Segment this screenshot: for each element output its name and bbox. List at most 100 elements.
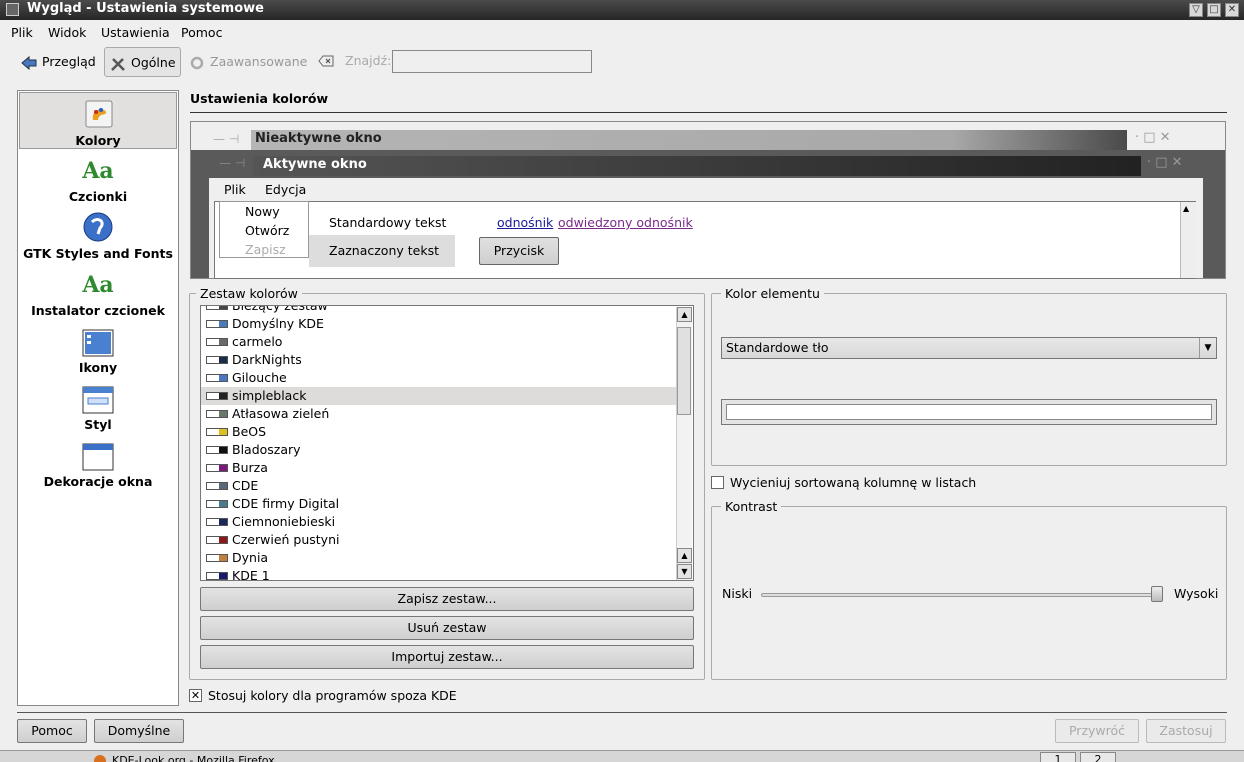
scheme-list-item[interactable]: Domyślny KDE — [201, 315, 677, 333]
inactive-window-controls: — ⊣ — [213, 132, 240, 146]
scheme-swatch — [206, 306, 228, 310]
popup-item-open: Otwórz — [245, 223, 290, 238]
scheme-label: Domyślny KDE — [232, 316, 324, 331]
scroll-up-button-lower[interactable]: ▲ — [677, 548, 692, 563]
sort-column-checkbox[interactable] — [711, 476, 724, 489]
contrast-group-label: Kontrast — [721, 499, 782, 514]
sidebar-item-gtk[interactable]: GTK Styles and Fonts — [19, 206, 177, 263]
scheme-list-item[interactable]: Bladoszary — [201, 441, 677, 459]
scheme-list-item[interactable]: carmelo — [201, 333, 677, 351]
sidebar-item-icons[interactable]: Ikony — [19, 320, 177, 377]
sidebar-label-style: Styl — [84, 417, 112, 432]
inactive-title-text: Nieaktywne okno — [255, 131, 382, 146]
contrast-slider[interactable] — [761, 593, 1163, 597]
chevron-down-icon[interactable]: ▼ — [1199, 338, 1216, 358]
apply-non-kde-checkbox[interactable]: ✕ — [189, 689, 202, 702]
scheme-list-item[interactable]: KDE 1 — [201, 567, 677, 581]
contrast-low-label: Niski — [722, 586, 753, 601]
sidebar-item-fonts[interactable]: Aa Czcionki — [19, 149, 177, 206]
scheme-list[interactable]: Bieżący zestaw Domyślny KDE carmelo DarkNig… — [200, 305, 694, 581]
apply-button[interactable]: Zastosuj — [1146, 719, 1226, 743]
scheme-label: Atłasowa zieleń — [232, 406, 330, 421]
general-button[interactable]: Ogólne — [104, 47, 181, 77]
toolbar: Przegląd Ogólne Zaawansowane — [0, 44, 1244, 80]
scheme-list-item[interactable]: DarkNights — [201, 351, 677, 369]
menu-plik[interactable]: Plik — [11, 25, 33, 40]
fonts-icon: Aa — [82, 158, 114, 184]
scheme-list-item[interactable]: BeOS — [201, 423, 677, 441]
scheme-label: Czerwień pustyni — [232, 532, 340, 547]
scheme-label: KDE 1 — [232, 568, 270, 581]
maximize-button[interactable]: □ — [1207, 3, 1221, 17]
import-scheme-button[interactable]: Importuj zestaw... — [200, 645, 694, 669]
advanced-button[interactable]: Zaawansowane — [184, 47, 311, 77]
tools-icon — [111, 57, 125, 71]
remove-scheme-button[interactable]: Usuń zestaw — [200, 616, 694, 640]
sidebar-label-gtk: GTK Styles and Fonts — [23, 246, 173, 261]
scroll-down-button[interactable]: ▼ — [677, 564, 692, 579]
sidebar-item-colors[interactable]: Kolory — [19, 92, 177, 149]
sidebar-items: Kolory Aa Czcionki GTK Styles and Fonts … — [18, 91, 178, 491]
colors-icon — [85, 100, 113, 128]
window-title: Wygląd - Ustawienia systemowe — [27, 1, 264, 16]
preview-standard-text: Standardowy tekst — [329, 215, 447, 230]
menu-pomoc[interactable]: Pomoc — [181, 25, 222, 40]
scheme-list-item[interactable]: Bieżący zestaw — [201, 306, 677, 315]
preview-menu-plik: Plik — [224, 182, 246, 197]
scroll-up-button[interactable]: ▲ — [677, 307, 692, 322]
popup-item-new: Nowy — [245, 204, 280, 219]
scheme-list-item[interactable]: Czerwień pustyni — [201, 531, 677, 549]
popup-item-save: Zapisz — [245, 242, 286, 257]
preview-popup-menu: Nowy Otwórz Zapisz — [219, 201, 309, 258]
scheme-list-item[interactable]: Ciemnoniebieski — [201, 513, 677, 531]
scheme-label: Dynia — [232, 550, 269, 565]
element-color-button[interactable] — [721, 399, 1217, 425]
scheme-list-item[interactable]: CDE firmy Digital — [201, 495, 677, 513]
taskbar-app-firefox[interactable]: KDE-Look.org - Mozilla Firefox — [112, 754, 275, 762]
scheme-list-item[interactable]: Atłasowa zieleń — [201, 405, 677, 423]
element-select[interactable]: Standardowe tło — [721, 337, 1217, 359]
footer-divider — [17, 712, 1227, 713]
scheme-swatch — [206, 464, 228, 472]
sidebar-item-window-decorations[interactable]: Dekoracje okna — [19, 434, 177, 491]
help-button[interactable]: Pomoc — [17, 719, 87, 743]
element-color-group-label: Kolor elementu — [721, 286, 824, 301]
contrast-high-label: Wysoki — [1174, 586, 1219, 601]
scheme-group-label: Zestaw kolorów — [196, 286, 302, 301]
scheme-list-item[interactable]: simpleblack — [201, 387, 677, 405]
scheme-label: carmelo — [232, 334, 283, 349]
back-button[interactable]: Przegląd — [16, 47, 100, 77]
desktop-1-button[interactable]: 1 — [1040, 752, 1076, 762]
defaults-button[interactable]: Domyślne — [94, 719, 184, 743]
window-menu-icon[interactable] — [6, 3, 19, 16]
menu-ustawienia[interactable]: Ustawienia — [101, 25, 170, 40]
reset-button[interactable]: Przywróć — [1055, 719, 1139, 743]
active-window-title: Aktywne okno — [253, 156, 1141, 176]
general-label: Ogólne — [131, 55, 176, 70]
desktop-2-button[interactable]: 2 — [1080, 752, 1116, 762]
scheme-list-item[interactable]: Dynia — [201, 549, 677, 567]
minimize-button[interactable]: ▽ — [1189, 3, 1203, 17]
scheme-list-item[interactable]: Gilouche — [201, 369, 677, 387]
scheme-list-item[interactable]: Burza — [201, 459, 677, 477]
scheme-list-scroll-thumb[interactable] — [677, 327, 691, 415]
menu-widok[interactable]: Widok — [48, 25, 86, 40]
preview-scroll-up-icon: ▲ — [1183, 204, 1190, 213]
scheme-label: CDE — [232, 478, 259, 493]
scheme-swatch — [206, 500, 228, 508]
clear-search-icon[interactable] — [318, 54, 334, 68]
close-button[interactable]: ✕ — [1225, 3, 1239, 17]
title-bar[interactable]: Wygląd - Ustawienia systemowe ▽ □ ✕ — [0, 0, 1244, 20]
page-title: Ustawienia kolorów — [190, 91, 329, 106]
sidebar-item-font-installer[interactable]: Aa Instalator czcionek — [19, 263, 177, 320]
scheme-swatch — [206, 428, 228, 436]
scheme-list-item[interactable]: CDE — [201, 477, 677, 495]
scheme-label: Gilouche — [232, 370, 287, 385]
font-installer-icon: Aa — [82, 272, 114, 298]
save-scheme-button[interactable]: Zapisz zestaw... — [200, 587, 694, 611]
contrast-slider-handle[interactable] — [1151, 586, 1163, 602]
find-input[interactable] — [392, 50, 592, 73]
scheme-swatch — [206, 482, 228, 490]
inactive-window-title: Nieaktywne okno — [251, 130, 1127, 150]
sidebar-item-style[interactable]: Styl — [19, 377, 177, 434]
